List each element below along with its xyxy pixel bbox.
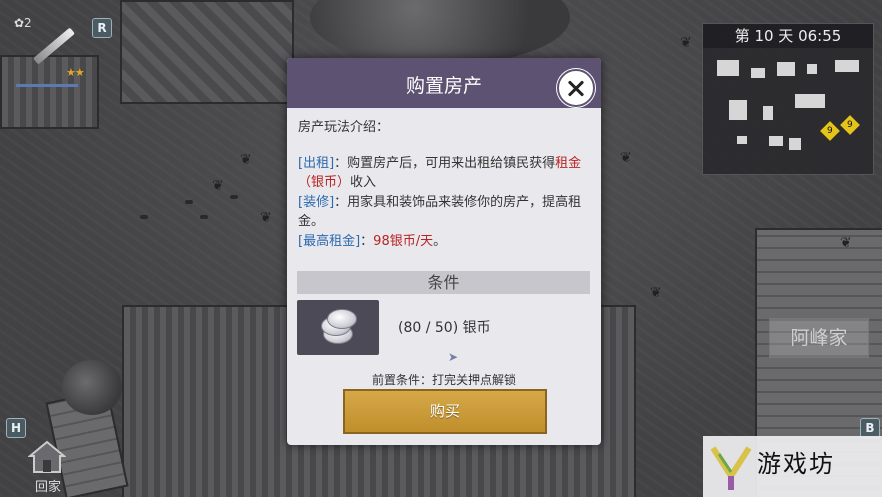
minimap-building	[789, 138, 801, 150]
footprint	[140, 215, 148, 219]
silver-coin-item[interactable]	[297, 300, 379, 355]
footprint	[185, 200, 193, 204]
watermark-logo-icon	[710, 446, 752, 490]
leaf: ❦	[620, 150, 632, 166]
rent-text-2: 收入	[350, 175, 377, 190]
dialog-title: 购置房产	[405, 75, 482, 97]
decor-paragraph: [装修]：用家具和装饰品来装修你的房产，提高租金。	[298, 193, 593, 232]
max-rent-sep: ：	[360, 233, 374, 249]
minimap-building	[807, 64, 817, 74]
minimap-marker: 9	[820, 121, 840, 141]
leaf: ❦	[260, 210, 272, 226]
decor-tag: [装修]	[298, 194, 335, 210]
rent-tag: [出租]	[298, 155, 335, 171]
footprint	[230, 195, 238, 199]
leaf: ❦	[240, 152, 252, 168]
watermark-text: 游戏坊	[757, 450, 835, 478]
roof-top-center	[120, 0, 294, 104]
watermark: 游戏坊	[703, 436, 882, 497]
house-name-label: 阿峰家	[769, 318, 869, 358]
knife-icon	[33, 27, 75, 65]
silver-coin-amount: (80 / 50) 银币	[398, 320, 491, 336]
minimap-building	[737, 136, 747, 144]
footprint	[200, 215, 208, 219]
leaf: ❦	[840, 235, 852, 251]
key-hint-b: B	[860, 418, 880, 438]
weapon-durability-bar	[16, 84, 78, 87]
cursor-icon: ➤	[448, 350, 459, 364]
rent-paragraph: [出租]：购置房产后，可用来出租给镇民获得租金（银币）收入	[298, 154, 593, 193]
minimap[interactable]: 第 10 天 06:55 9 9	[702, 23, 874, 175]
minimap-building	[777, 62, 795, 76]
minimap-building	[717, 60, 739, 76]
max-rent-end: 。	[433, 233, 447, 249]
go-home-label: 回家	[34, 480, 61, 495]
prerequisite-text: 前置条件：打完关押点解锁	[371, 373, 516, 387]
leaf: ❦	[650, 285, 662, 301]
minimap-building	[763, 106, 773, 120]
minimap-marker: 9	[840, 115, 860, 135]
intro-heading: 房产玩法介绍：	[298, 120, 390, 135]
minimap-building	[795, 94, 825, 108]
leaf: ❦	[212, 178, 224, 194]
minimap-building	[729, 100, 747, 120]
minimap-building	[835, 60, 859, 72]
house-icon	[28, 440, 66, 473]
max-rent-value: 98银币/天	[373, 233, 434, 249]
bush-bottom-left	[62, 360, 122, 415]
buy-button[interactable]: 购买	[343, 389, 547, 434]
silver-coin-icon	[327, 309, 357, 329]
tree-top	[310, 0, 570, 65]
go-home-button[interactable]: 回家	[20, 438, 76, 495]
minimap-building	[751, 68, 765, 78]
max-rent-paragraph: [最高租金]：98银币/天。	[298, 232, 593, 252]
weapon-stars: ★★	[66, 66, 85, 79]
weapon-count: ✿2	[14, 16, 32, 30]
key-hint-r: R	[92, 18, 112, 38]
minimap-building	[769, 136, 783, 146]
rent-text-1: ：购置房产后，可用来出租给镇民获得	[334, 155, 556, 171]
key-hint-h: H	[6, 418, 26, 438]
day-time-display: 第 10 天 06:55	[703, 24, 873, 48]
purchase-property-dialog: 购置房产 房产玩法介绍： [出租]：购置房产后，可用来出租给镇民获得租金（银币）…	[287, 58, 601, 445]
close-icon[interactable]	[557, 69, 595, 107]
decor-text: ：用家具和装饰品来装修你的房产，提高租金。	[298, 194, 582, 230]
property-description: 房产玩法介绍： [出租]：购置房产后，可用来出租给镇民获得租金（银币）收入 [装…	[298, 118, 593, 251]
leaf: ❦	[680, 35, 692, 51]
weapon-slot[interactable]: ✿2 ★★	[10, 12, 90, 92]
max-rent-tag: [最高租金]	[298, 233, 361, 249]
conditions-header: 条件	[297, 271, 590, 294]
